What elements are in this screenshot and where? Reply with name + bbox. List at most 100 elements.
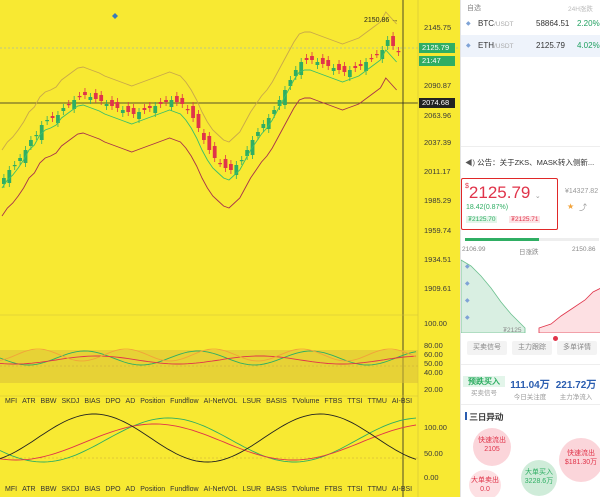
- bubble-fast-outflow[interactable]: 快速流出 $181.30万: [559, 438, 600, 482]
- indicator-tab[interactable]: ATR: [22, 486, 35, 493]
- indicator-tab[interactable]: AD: [126, 486, 136, 493]
- indicator-tab[interactable]: BASIS: [266, 486, 287, 493]
- indicator-tab[interactable]: TTSI: [347, 486, 362, 493]
- candle-body: [180, 98, 185, 104]
- indicator-tab[interactable]: Fundflow: [170, 398, 198, 405]
- bubble-large-sell[interactable]: 大单卖出 0.0: [469, 470, 501, 497]
- indicator-tab[interactable]: DPO: [105, 486, 120, 493]
- bubble-large-buy[interactable]: 大单买入 3228.6万: [521, 460, 557, 496]
- candlestick-chart[interactable]: [0, 0, 460, 497]
- price-box: $2125.79 ⌄ 18.42(0.87%) ₮2125.70 ₮2125.7…: [461, 178, 558, 230]
- candle-body: [396, 51, 401, 53]
- indicator-tab[interactable]: BBW: [41, 398, 57, 405]
- notice-bar[interactable]: ◀) 公告：关于ZKS、MASK转入侧新...: [465, 157, 594, 168]
- indicator-tab[interactable]: AI-BSI: [392, 486, 412, 493]
- indicator-tab[interactable]: Position: [140, 398, 165, 405]
- osc2-line-c: [0, 413, 417, 463]
- candle-body: [115, 102, 120, 108]
- tab-watchlist[interactable]: 自选: [467, 3, 481, 13]
- indicator-tab[interactable]: AI-BSI: [392, 398, 412, 405]
- osc1-tick: 40.00: [424, 368, 443, 377]
- indicator-tab[interactable]: SKDJ: [62, 398, 80, 405]
- coin-price: 2125.79: [536, 41, 565, 50]
- coin-change: 4.02%: [577, 41, 600, 50]
- coin-symbol: BTC: [478, 19, 494, 28]
- day-range-label: 日涨跌: [519, 249, 539, 256]
- chart-area[interactable]: 2145.752118.372090.872063.962037.392011.…: [0, 0, 460, 497]
- indicator-tab[interactable]: ATR: [22, 398, 35, 405]
- candle-body: [126, 106, 131, 112]
- candle-body: [256, 132, 260, 136]
- stat-attention: 111.04万 今日关注度: [510, 380, 550, 401]
- osc2-tick: 100.00: [424, 423, 447, 432]
- coin-row-btc[interactable]: ◆ BTC/USDT 58864.51 2.20%: [461, 13, 600, 35]
- bullet-icon: ◆: [466, 43, 471, 49]
- main-force-button[interactable]: 主力跟踪: [512, 341, 552, 355]
- candle-body: [353, 66, 358, 68]
- indicator-tab[interactable]: BASIS: [266, 398, 287, 405]
- candle-body: [29, 140, 33, 146]
- chevron-down-icon[interactable]: ⌄: [535, 193, 541, 200]
- coin-change: 2.20%: [577, 19, 600, 28]
- indicator-tab[interactable]: TVolume: [292, 398, 320, 405]
- indicator-tab[interactable]: MFI: [5, 398, 17, 405]
- high-label: 2150.86 →: [364, 17, 399, 24]
- indicator-tab[interactable]: DPO: [105, 398, 120, 405]
- indicator-tabs-top[interactable]: MFI ATR BBW SKDJ BIAS DPO AD Position Fundflow AI…: [0, 398, 420, 410]
- indicator-tab[interactable]: FTBS: [324, 486, 342, 493]
- crosshair-price-tag: 2074.68: [419, 98, 455, 108]
- candle-body: [88, 97, 93, 100]
- indicator-tab[interactable]: FTBS: [324, 398, 342, 405]
- long-detail-button[interactable]: 多单详情: [557, 341, 597, 355]
- candle-body: [137, 112, 141, 119]
- indicator-tab[interactable]: BIAS: [84, 486, 100, 493]
- notice-text: 公告：关于ZKS、MASK转入侧新...: [477, 158, 595, 167]
- osc2-tick: 50.00: [424, 449, 443, 458]
- tab-24h-change[interactable]: 24H涨跌: [568, 3, 593, 13]
- bid-price: ₮2125.70: [466, 216, 498, 223]
- overbought-band: [0, 350, 418, 383]
- indicator-tabs-bottom[interactable]: MFI ATR BBW SKDJ BIAS DPO AD Position Fundflow AI…: [0, 486, 420, 497]
- indicator-tab[interactable]: TVolume: [292, 486, 320, 493]
- candle-body: [120, 110, 125, 113]
- bullet-icon: ◆: [466, 21, 471, 27]
- indicator-tab[interactable]: LSUR: [242, 398, 261, 405]
- svg-text:◆: ◆: [465, 281, 470, 287]
- svg-text:◆: ◆: [465, 298, 470, 304]
- indicator-tab[interactable]: Fundflow: [170, 486, 198, 493]
- candle-body: [358, 64, 363, 66]
- indicator-tab[interactable]: TTSI: [347, 398, 362, 405]
- candle-body: [131, 108, 136, 114]
- osc2-tick: 0.00: [424, 473, 439, 482]
- share-icon[interactable]: ⤴: [579, 202, 587, 213]
- candle-body: [310, 56, 314, 60]
- indicator-tab[interactable]: AD: [126, 398, 136, 405]
- bubble-outflow[interactable]: 快速流出 2105: [473, 428, 511, 466]
- candle-body: [245, 150, 250, 156]
- indicator-tab[interactable]: TTMU: [367, 486, 386, 493]
- indicator-tab[interactable]: MFI: [5, 486, 17, 493]
- candle-body: [391, 36, 395, 46]
- indicator-tab[interactable]: AI-NetVOL: [204, 398, 238, 405]
- indicator-tab[interactable]: TTMU: [367, 398, 386, 405]
- y-axis-tick: 1934.51: [424, 255, 452, 264]
- signal-button[interactable]: 买卖信号: [467, 341, 507, 355]
- candle-body: [337, 64, 341, 70]
- indicator-tab[interactable]: BBW: [41, 486, 57, 493]
- depth-chart[interactable]: ◆ ◆ ◆ ◆: [461, 258, 600, 333]
- candle-body: [385, 40, 390, 46]
- y-axis-tick: 1909.61: [424, 284, 452, 293]
- coin-row-eth[interactable]: ◆ ETH/USDT 2125.79 4.02%: [461, 35, 600, 57]
- y-axis-tick: 1959.74: [424, 226, 452, 235]
- marker-icon: [112, 13, 118, 19]
- indicator-tab[interactable]: Position: [140, 486, 165, 493]
- upper-band-line: [1, 11, 397, 151]
- indicator-tab[interactable]: LSUR: [242, 486, 261, 493]
- indicator-tab[interactable]: BIAS: [84, 398, 100, 405]
- y-axis-tick: 2090.87: [424, 81, 452, 90]
- candle-body: [342, 66, 347, 72]
- star-icon[interactable]: ★: [567, 202, 574, 211]
- indicator-tab[interactable]: AI-NetVOL: [204, 486, 238, 493]
- indicator-tab[interactable]: SKDJ: [62, 486, 80, 493]
- candle-body: [158, 102, 163, 104]
